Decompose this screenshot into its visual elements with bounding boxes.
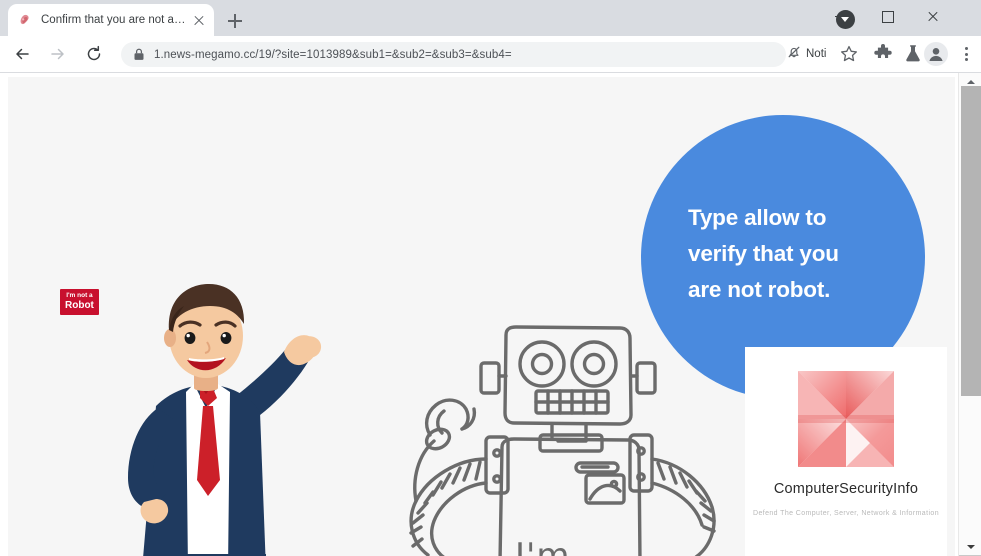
badge-line-1: I'm not a bbox=[66, 292, 93, 299]
extensions-puzzle-icon[interactable] bbox=[870, 41, 896, 67]
callout-line-1: Type allow to bbox=[688, 205, 827, 230]
menu-dot bbox=[965, 47, 968, 50]
lock-icon bbox=[133, 48, 145, 61]
tab-title: Confirm that you are not a robot bbox=[41, 14, 188, 26]
back-button[interactable] bbox=[8, 40, 36, 68]
menu-dot bbox=[965, 58, 968, 61]
address-bar-url: 1.news-megamo.cc/19/?site=1013989&sub1=&… bbox=[154, 48, 512, 61]
forward-button[interactable] bbox=[44, 40, 72, 68]
site-favicon bbox=[17, 12, 33, 28]
labs-flask-icon[interactable] bbox=[900, 41, 926, 67]
new-tab-button[interactable] bbox=[222, 8, 248, 34]
robot-body-line-1: I'm bbox=[515, 536, 571, 556]
bell-blocked-icon bbox=[786, 44, 802, 65]
im-not-a-robot-badge: I'm not a Robot bbox=[60, 289, 99, 315]
vertical-scrollbar[interactable] bbox=[958, 73, 981, 556]
hand-drawn-robot-illustration bbox=[390, 287, 720, 556]
bookmark-star-icon[interactable] bbox=[836, 41, 862, 67]
watermark-tagline: Defend The Computer, Server, Network & I… bbox=[752, 510, 939, 517]
three-dot-menu-icon[interactable] bbox=[953, 41, 979, 67]
browser-tab[interactable]: Confirm that you are not a robot bbox=[8, 4, 214, 36]
computersecurityinfo-logo bbox=[798, 371, 894, 467]
watermark-title: ComputerSecurityInfo bbox=[773, 481, 919, 497]
browser-window: Confirm that you are not a robot 1.news-… bbox=[0, 0, 981, 556]
page-viewport: Type allow to verify that you are not ro… bbox=[0, 72, 981, 556]
reload-button[interactable] bbox=[80, 40, 108, 68]
close-tab-icon[interactable] bbox=[191, 12, 207, 28]
robot-body-text: I'm ROBOT bbox=[515, 537, 641, 556]
callout-line-2: verify that you bbox=[688, 241, 839, 266]
scroll-down-button[interactable] bbox=[959, 539, 981, 555]
tab-strip: Confirm that you are not a robot bbox=[0, 0, 981, 36]
close-window-button[interactable] bbox=[912, 0, 958, 32]
badge-line-2: Robot bbox=[65, 300, 94, 311]
profile-avatar-icon[interactable] bbox=[924, 42, 948, 66]
notifications-blocked-chip[interactable]: Noti bbox=[783, 43, 832, 65]
scam-page-content: Type allow to verify that you are not ro… bbox=[8, 77, 955, 556]
minimize-window-button[interactable] bbox=[820, 0, 866, 32]
watermark-card: ComputerSecurityInfo Defend The Computer… bbox=[745, 347, 947, 556]
waving-businessman-illustration bbox=[70, 280, 340, 556]
notifications-chip-label: Noti bbox=[806, 48, 827, 60]
menu-dot bbox=[965, 52, 968, 56]
scrollbar-thumb[interactable] bbox=[961, 86, 981, 396]
maximize-window-button[interactable] bbox=[866, 0, 912, 32]
address-bar[interactable]: 1.news-megamo.cc/19/?site=1013989&sub1=&… bbox=[121, 42, 786, 67]
